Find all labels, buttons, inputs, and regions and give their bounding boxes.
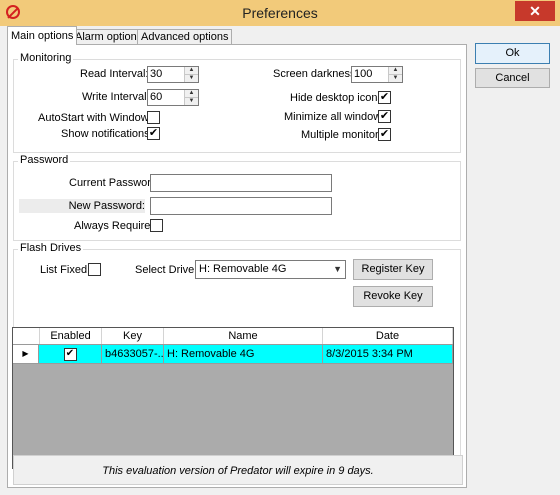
always-required-label: Always Required: [74, 220, 160, 232]
tab-alarm-options[interactable]: Alarm options [71, 29, 147, 44]
column-header-name[interactable]: Name [164, 328, 323, 344]
autostart-checkbox[interactable] [147, 111, 160, 124]
select-drive-label: Select Drive: [135, 264, 198, 276]
evaluation-notice: This evaluation version of Predator will… [13, 455, 463, 485]
hide-desktop-icons-checkbox[interactable]: ✔ [378, 91, 391, 104]
column-header-enabled[interactable]: Enabled [40, 328, 102, 344]
register-key-button[interactable]: Register Key [353, 259, 433, 280]
password-group: Password Current Password: New Password:… [13, 154, 461, 241]
current-password-label: Current Password: [69, 177, 161, 189]
password-group-title: Password [18, 154, 71, 166]
hide-desktop-icons-label: Hide desktop icons: [290, 92, 386, 104]
spin-up-icon[interactable]: ▲ [185, 90, 198, 98]
enabled-checkbox[interactable]: ✔ [63, 347, 77, 361]
tab-advanced-options[interactable]: Advanced options [137, 29, 233, 44]
spin-down-icon[interactable]: ▼ [185, 98, 198, 105]
always-required-checkbox[interactable] [150, 219, 163, 232]
table-row[interactable]: ▶ ✔ b4633057-... H: Removable 4G 8/3/201… [13, 345, 453, 364]
monitoring-group-title: Monitoring [18, 52, 74, 64]
write-interval-value: 60 [150, 91, 163, 103]
revoke-key-button[interactable]: Revoke Key [353, 286, 433, 307]
minimize-all-windows-checkbox[interactable]: ✔ [378, 110, 391, 123]
spin-down-icon[interactable]: ▼ [389, 75, 402, 82]
select-drive-value: H: Removable 4G [199, 263, 287, 275]
chevron-down-icon: ▼ [333, 264, 342, 274]
read-interval-label: Read Interval: [80, 68, 149, 80]
name-cell: H: Removable 4G [164, 345, 323, 363]
spin-up-icon[interactable]: ▲ [185, 67, 198, 75]
list-fixed-checkbox[interactable] [88, 263, 101, 276]
read-interval-value: 30 [150, 68, 163, 80]
column-header-key[interactable]: Key [102, 328, 164, 344]
column-header-date[interactable]: Date [323, 328, 453, 344]
row-header-corner [13, 328, 40, 344]
write-interval-label: Write Interval: [82, 91, 150, 103]
new-password-label: New Password: [19, 199, 145, 213]
select-drive-dropdown[interactable]: H: Removable 4G ▼ [195, 260, 346, 279]
screen-darkness-value: 100 [354, 68, 373, 80]
autostart-label: AutoStart with Windows: [38, 112, 158, 124]
ok-button[interactable]: Ok [475, 43, 550, 64]
enabled-cell[interactable]: ✔ [39, 345, 102, 363]
tab-main-options[interactable]: Main options [7, 26, 78, 45]
spin-up-icon[interactable]: ▲ [389, 67, 402, 75]
current-password-input[interactable] [150, 174, 332, 192]
screen-darkness-spinner[interactable]: 100 ▲ ▼ [351, 66, 403, 83]
title-bar: Preferences ✕ [0, 0, 560, 26]
monitoring-group: Monitoring Read Interval: 30 ▲ ▼ Write In… [13, 52, 461, 153]
new-password-input[interactable] [150, 197, 332, 215]
read-interval-spinner[interactable]: 30 ▲ ▼ [147, 66, 199, 83]
row-pointer-icon: ▶ [13, 345, 39, 363]
cancel-button[interactable]: Cancel [475, 68, 550, 88]
screen-darkness-label: Screen darkness: [273, 68, 359, 80]
spin-down-icon[interactable]: ▼ [185, 75, 198, 82]
flash-drives-group-title: Flash Drives [18, 242, 84, 254]
write-interval-spinner[interactable]: 60 ▲ ▼ [147, 89, 199, 106]
minimize-all-windows-label: Minimize all windows: [284, 111, 390, 123]
main-options-page: Monitoring Read Interval: 30 ▲ ▼ Write In… [7, 44, 467, 488]
flash-drives-table[interactable]: Enabled Key Name Date ▶ ✔ b4633057-... H… [12, 327, 454, 469]
show-notifications-label: Show notifications: [61, 128, 153, 140]
list-fixed-label: List Fixed: [40, 264, 91, 276]
multiple-monitors-checkbox[interactable]: ✔ [378, 128, 391, 141]
window-title: Preferences [242, 5, 318, 21]
dialog-client-area: Main options Alarm options Advanced opti… [3, 26, 557, 492]
date-cell: 8/3/2015 3:34 PM [323, 345, 453, 363]
multiple-monitors-label: Multiple monitors: [301, 129, 388, 141]
close-button[interactable]: ✕ [515, 1, 555, 21]
table-header: Enabled Key Name Date [13, 328, 453, 345]
show-notifications-checkbox[interactable]: ✔ [147, 127, 160, 140]
key-cell: b4633057-... [102, 345, 164, 363]
